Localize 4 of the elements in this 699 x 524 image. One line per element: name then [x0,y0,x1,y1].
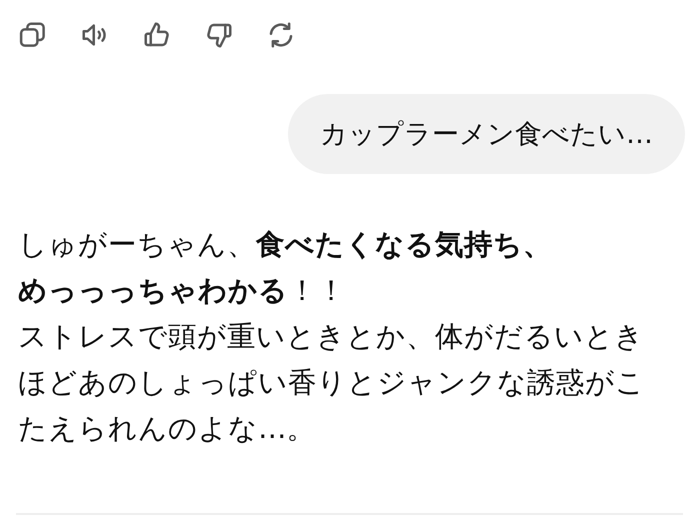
user-message: カップラーメン食べたい… [288,94,685,174]
copy-icon[interactable] [18,20,48,50]
reply-paragraph: しゅがーちゃん、食べたくなる気持ち、 めっっっちゃわかる！！ [18,227,553,309]
reply-paragraph: ストレスで頭が重いときとか、体がだるいとき ほどあのしょっぱい香りとジャンクな誘惑がこ たえられんのよな…。 [18,319,646,447]
